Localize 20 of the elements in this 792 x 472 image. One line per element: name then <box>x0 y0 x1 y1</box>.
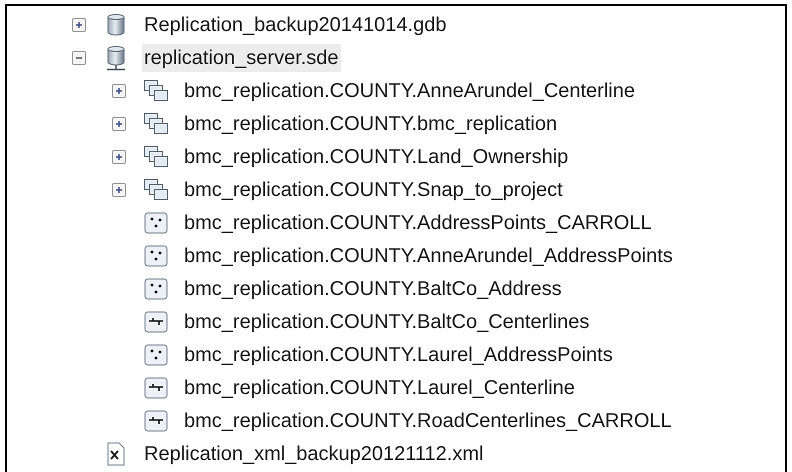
collapse-icon[interactable] <box>72 50 86 64</box>
line-layer-icon <box>144 310 168 332</box>
line-layer-icon <box>144 376 168 398</box>
expand-icon[interactable] <box>112 84 126 98</box>
feature-dataset-icon <box>143 112 169 136</box>
expand-icon[interactable] <box>112 116 126 130</box>
line-layer-icon <box>144 410 168 432</box>
point-layer-icon <box>144 278 168 300</box>
feature-dataset-icon <box>143 178 169 202</box>
expand-icon[interactable] <box>72 18 86 32</box>
document-icon <box>106 442 126 466</box>
expand-icon[interactable] <box>112 182 126 196</box>
point-layer-icon <box>144 212 168 234</box>
feature-dataset-icon <box>143 78 169 102</box>
point-layer-icon <box>144 344 168 366</box>
expand-icon[interactable] <box>112 150 126 164</box>
feature-dataset-icon <box>143 144 169 168</box>
point-layer-icon <box>144 244 168 266</box>
database-server-icon <box>104 44 128 70</box>
tree-item[interactable]: replication_server.sde <box>142 44 341 72</box>
